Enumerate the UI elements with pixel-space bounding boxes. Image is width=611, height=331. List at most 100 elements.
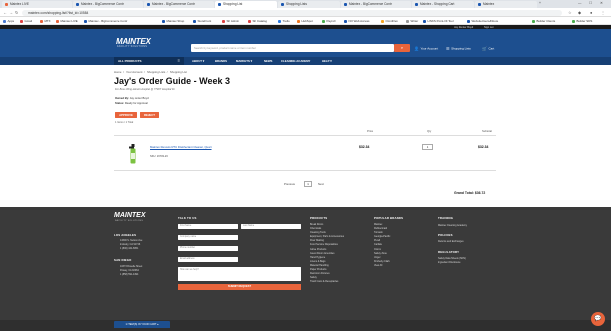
breadcrumb-link[interactable]: Your Account bbox=[126, 70, 142, 74]
message-field[interactable]: How can we help? bbox=[178, 267, 301, 281]
bookmark-item[interactable]: SF Admin bbox=[222, 19, 239, 23]
cart-summary-pill[interactable]: 1 ITEM(S) IN YOUR CART ▴ bbox=[114, 321, 170, 328]
bookmark-item[interactable]: Trello bbox=[278, 19, 290, 23]
bookmark-item[interactable]: StoreFront bbox=[193, 19, 211, 23]
product-name-link[interactable]: Maintex Renovis RTU Disinfectant Cleaner… bbox=[150, 145, 212, 149]
tab-label: Maintex - BigCommerce Contr bbox=[152, 2, 195, 6]
url-text: maintex.com/shopping-list/?list_id=10584 bbox=[28, 10, 89, 15]
chevron-up-icon: ▴ bbox=[157, 323, 159, 326]
bookmark-item[interactable]: WebsiteUsers&Store bbox=[467, 19, 498, 23]
browser-tab[interactable]: Maintex LIVE bbox=[2, 1, 72, 8]
bookmark-favicon-icon bbox=[297, 19, 300, 23]
email-field[interactable]: Email address bbox=[178, 257, 238, 262]
footer-ingredients-link[interactable]: Ingredient Disclosure bbox=[438, 261, 460, 264]
footer-brand-link[interactable]: View All bbox=[374, 264, 390, 268]
footer-policies-link[interactable]: Returns and Exchanges bbox=[438, 240, 464, 243]
last-name-field[interactable]: Last Name bbox=[241, 224, 301, 229]
cart-link[interactable]: 🛒 Cart bbox=[482, 46, 494, 51]
nav-item-help[interactable]: HELP ▾ bbox=[322, 57, 332, 65]
bottle-label bbox=[131, 153, 135, 159]
bookmark-item[interactable]: LINKS Point-Of-Tool bbox=[423, 19, 454, 23]
site-footer bbox=[0, 207, 611, 320]
approve-button[interactable]: APPROVE bbox=[115, 112, 137, 118]
bookmark-item[interactable]: Payroll bbox=[322, 19, 335, 23]
shopping-lists-link[interactable]: ☰ Shopping Lists bbox=[446, 46, 471, 51]
pager-next[interactable]: Next bbox=[318, 182, 324, 186]
nav-item-news[interactable]: NEWS bbox=[264, 57, 272, 65]
browser-tab[interactable]: Maintex bbox=[475, 1, 537, 8]
url-field[interactable]: maintex.com/shopping-list/?list_id=10584 bbox=[22, 9, 562, 16]
nav-item-markets[interactable]: MARKETS ▾ bbox=[236, 57, 252, 65]
bookmark-item[interactable]: NO Web Access bbox=[344, 19, 370, 23]
footer-sd-heading: SAN DIEGO bbox=[114, 258, 132, 262]
nav-item-about[interactable]: ABOUT ▾ bbox=[192, 57, 204, 65]
table-divider bbox=[114, 135, 496, 136]
nav-item-brands[interactable]: BRANDS bbox=[215, 57, 227, 65]
breadcrumb-link[interactable]: Home bbox=[114, 70, 121, 74]
footer-product-link[interactable]: Trash Cans & Receptacles bbox=[310, 280, 344, 284]
bookmark-item[interactable]: Writer bbox=[406, 19, 418, 23]
tab-favicon-icon bbox=[76, 2, 79, 6]
back-icon[interactable]: ← bbox=[3, 10, 7, 15]
bookmark-item[interactable]: SF Catalog bbox=[248, 19, 267, 23]
bookmark-item[interactable]: Builder Clients bbox=[532, 19, 555, 23]
footer-logo[interactable]: MAINTEX bbox=[114, 212, 146, 219]
footer-brands-list: Maintex Rubbermaid Tornado Georgia-Pacif… bbox=[374, 223, 390, 268]
bookmark-item[interactable]: Maintex Shop bbox=[162, 19, 184, 23]
submit-request-button[interactable]: SUBMIT REQUEST bbox=[178, 284, 301, 290]
bookmark-item[interactable]: MTX bbox=[40, 19, 51, 23]
bookmark-item[interactable]: Maintex - BigCommerce Contr bbox=[84, 19, 127, 23]
bookmark-item[interactable]: Gmail bbox=[20, 19, 32, 23]
menu-icon[interactable]: ⋮ bbox=[601, 10, 605, 15]
product-image[interactable] bbox=[128, 144, 138, 164]
bookmark-label: Writer bbox=[410, 19, 419, 23]
search-button[interactable]: ⌕ bbox=[394, 44, 410, 52]
bookmark-item[interactable]: HubSpot bbox=[297, 19, 313, 23]
product-price: $32.34 bbox=[359, 145, 370, 149]
bookmark-item[interactable]: Maintex LIVE bbox=[56, 19, 78, 23]
maximize-icon[interactable]: ☐ bbox=[589, 1, 592, 5]
first-name-field[interactable]: First Name bbox=[178, 224, 238, 229]
footer-sd-address: 10373 Roselle Street bbox=[120, 265, 143, 268]
nav-item-cleaning-academy[interactable]: CLEANING ACADEMY bbox=[281, 57, 310, 65]
extension-icon[interactable]: ◆ bbox=[578, 10, 581, 15]
profile-icon[interactable]: ● bbox=[590, 10, 592, 15]
forward-icon[interactable]: → bbox=[9, 10, 13, 15]
footer-training-link[interactable]: Maintex Cleaning Academy bbox=[438, 224, 467, 227]
phone-field[interactable]: Phone number bbox=[178, 246, 238, 251]
breadcrumb-link[interactable]: Shopping Lists bbox=[147, 70, 165, 74]
browser-tab[interactable]: Maintex - BigCommerce Contr bbox=[73, 1, 143, 8]
new-tab-icon[interactable]: + bbox=[539, 1, 541, 5]
browser-tab[interactable]: Shopping Lists bbox=[278, 1, 340, 8]
all-products-button[interactable]: ALL PRODUCTS ≡ bbox=[114, 57, 184, 65]
chat-bubble-icon[interactable]: 💬 bbox=[591, 312, 605, 326]
breadcrumb-separator: / bbox=[166, 70, 168, 74]
browser-tab-active[interactable]: Shopping List bbox=[215, 1, 277, 8]
chevron-down-icon: ▾ bbox=[202, 59, 205, 63]
reject-button[interactable]: REJECT bbox=[140, 112, 159, 118]
browser-tab[interactable]: Maintex - Shopping Cart bbox=[412, 1, 474, 8]
nav-label: HELP bbox=[322, 59, 330, 63]
browser-tab[interactable]: Maintex - BigCommerce Contr bbox=[144, 1, 214, 8]
browser-tab[interactable]: Maintex - BigCommerce Contr bbox=[341, 1, 411, 8]
bookmark-item[interactable]: Builder SDS bbox=[572, 19, 592, 23]
bookmark-item[interactable]: Apps bbox=[3, 19, 14, 23]
search-input[interactable]: Search by keyword, product name or item … bbox=[191, 44, 394, 52]
star-icon[interactable]: ☆ bbox=[568, 10, 572, 15]
footer-la-phone[interactable]: 1 (800) 441-6651 bbox=[120, 247, 138, 250]
footer-sd-phone[interactable]: 1 (858) 591-4494 bbox=[120, 273, 138, 276]
pager-previous[interactable]: Previous bbox=[284, 182, 295, 186]
bookmark-favicon-icon bbox=[248, 19, 251, 23]
bookmark-favicon-icon bbox=[222, 19, 225, 23]
logo-tagline: FACILITY SOLUTIONS bbox=[117, 45, 148, 48]
bookmark-favicon-icon bbox=[84, 19, 87, 23]
close-icon[interactable]: ✕ bbox=[600, 1, 603, 5]
pager-current-page[interactable]: 1 bbox=[304, 181, 312, 187]
company-field[interactable]: Company name bbox=[178, 235, 238, 240]
quantity-input[interactable]: 1 bbox=[422, 144, 433, 150]
reload-icon[interactable]: ↻ bbox=[15, 10, 18, 15]
minimize-icon[interactable]: — bbox=[578, 1, 581, 5]
account-link[interactable]: 👤 Your Account bbox=[414, 46, 438, 51]
bookmark-item[interactable]: OmniFlex bbox=[381, 19, 398, 23]
footer-sds-link[interactable]: Safety Data Sheets (SDS) bbox=[438, 257, 466, 260]
